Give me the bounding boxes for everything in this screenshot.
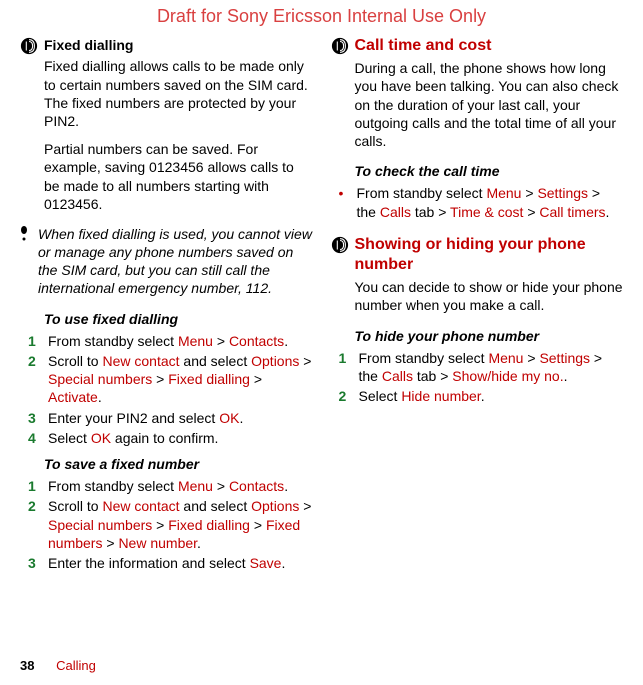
step-number: 2 [28,352,42,407]
check-time-heading: To check the call time [355,162,624,180]
info-icon [20,225,30,298]
show-hide-title: Showing or hiding your phone number [355,235,624,277]
hide-number-heading: To hide your phone number [355,327,624,345]
step-number: 2 [339,387,353,405]
fixed-dialling-body: Fixed dialling allows calls to be made o… [44,57,313,213]
step-row: 3 Enter your PIN2 and select OK. [28,409,313,427]
step-number: 1 [339,349,353,385]
section-fixed-dialling: Fixed dialling [20,36,313,55]
bullet-icon: • [339,184,349,220]
step-text: From standby select Menu > Contacts. [48,477,288,495]
step-row: 2 Scroll to New contact and select Optio… [28,497,313,552]
step-text: Scroll to New contact and select Options… [48,352,313,407]
step-number: 3 [28,554,42,572]
step-number: 2 [28,497,42,552]
signal-icon [331,37,349,55]
section-call-time: Call time and cost [331,36,624,57]
fixed-dialling-title: Fixed dialling [44,36,133,54]
step-text: Enter your PIN2 and select OK. [48,409,243,427]
show-hide-body: You can decide to show or hide your phon… [355,278,624,314]
step-text: Select Hide number. [359,387,485,405]
step-text: From standby select Menu > Settings > th… [359,349,624,385]
note-block: When fixed dialling is used, you cannot … [20,225,313,298]
step-row: 4 Select OK again to confirm. [28,429,313,447]
bullet-text: From standby select Menu > Settings > th… [357,184,624,220]
call-time-title: Call time and cost [355,36,492,57]
step-number: 1 [28,332,42,350]
call-time-body: During a call, the phone shows how long … [355,59,624,150]
signal-icon [20,37,38,55]
step-row: 1 From standby select Menu > Contacts. [28,477,313,495]
step-number: 1 [28,477,42,495]
page-footer: 38 Calling [20,658,96,675]
step-text: Scroll to New contact and select Options… [48,497,313,552]
left-column: Fixed dialling Fixed dialling allows cal… [20,36,313,574]
to-save-heading: To save a fixed number [44,455,313,473]
step-row: 2 Select Hide number. [339,387,624,405]
bullet-row: • From standby select Menu > Settings > … [339,184,624,220]
right-column: Call time and cost During a call, the ph… [331,36,624,574]
fd-para2: Partial numbers can be saved. For exampl… [44,140,313,213]
step-row: 1 From standby select Menu > Settings > … [339,349,624,385]
fd-para1: Fixed dialling allows calls to be made o… [44,57,313,130]
step-text: From standby select Menu > Contacts. [48,332,288,350]
step-text: Enter the information and select Save. [48,554,285,572]
step-row: 3 Enter the information and select Save. [28,554,313,572]
step-text: Select OK again to confirm. [48,429,218,447]
step-row: 2 Scroll to New contact and select Optio… [28,352,313,407]
section-name: Calling [56,658,96,673]
step-row: 1 From standby select Menu > Contacts. [28,332,313,350]
sh-para1: You can decide to show or hide your phon… [355,278,624,314]
content-columns: Fixed dialling Fixed dialling allows cal… [20,36,623,574]
ct-para1: During a call, the phone shows how long … [355,59,624,150]
note-text: When fixed dialling is used, you cannot … [38,225,313,298]
to-use-heading: To use fixed dialling [44,310,313,328]
signal-icon [331,236,349,254]
section-show-hide: Showing or hiding your phone number [331,235,624,277]
step-number: 4 [28,429,42,447]
step-number: 3 [28,409,42,427]
draft-banner: Draft for Sony Ericsson Internal Use Onl… [20,5,623,28]
page-number: 38 [20,658,34,673]
